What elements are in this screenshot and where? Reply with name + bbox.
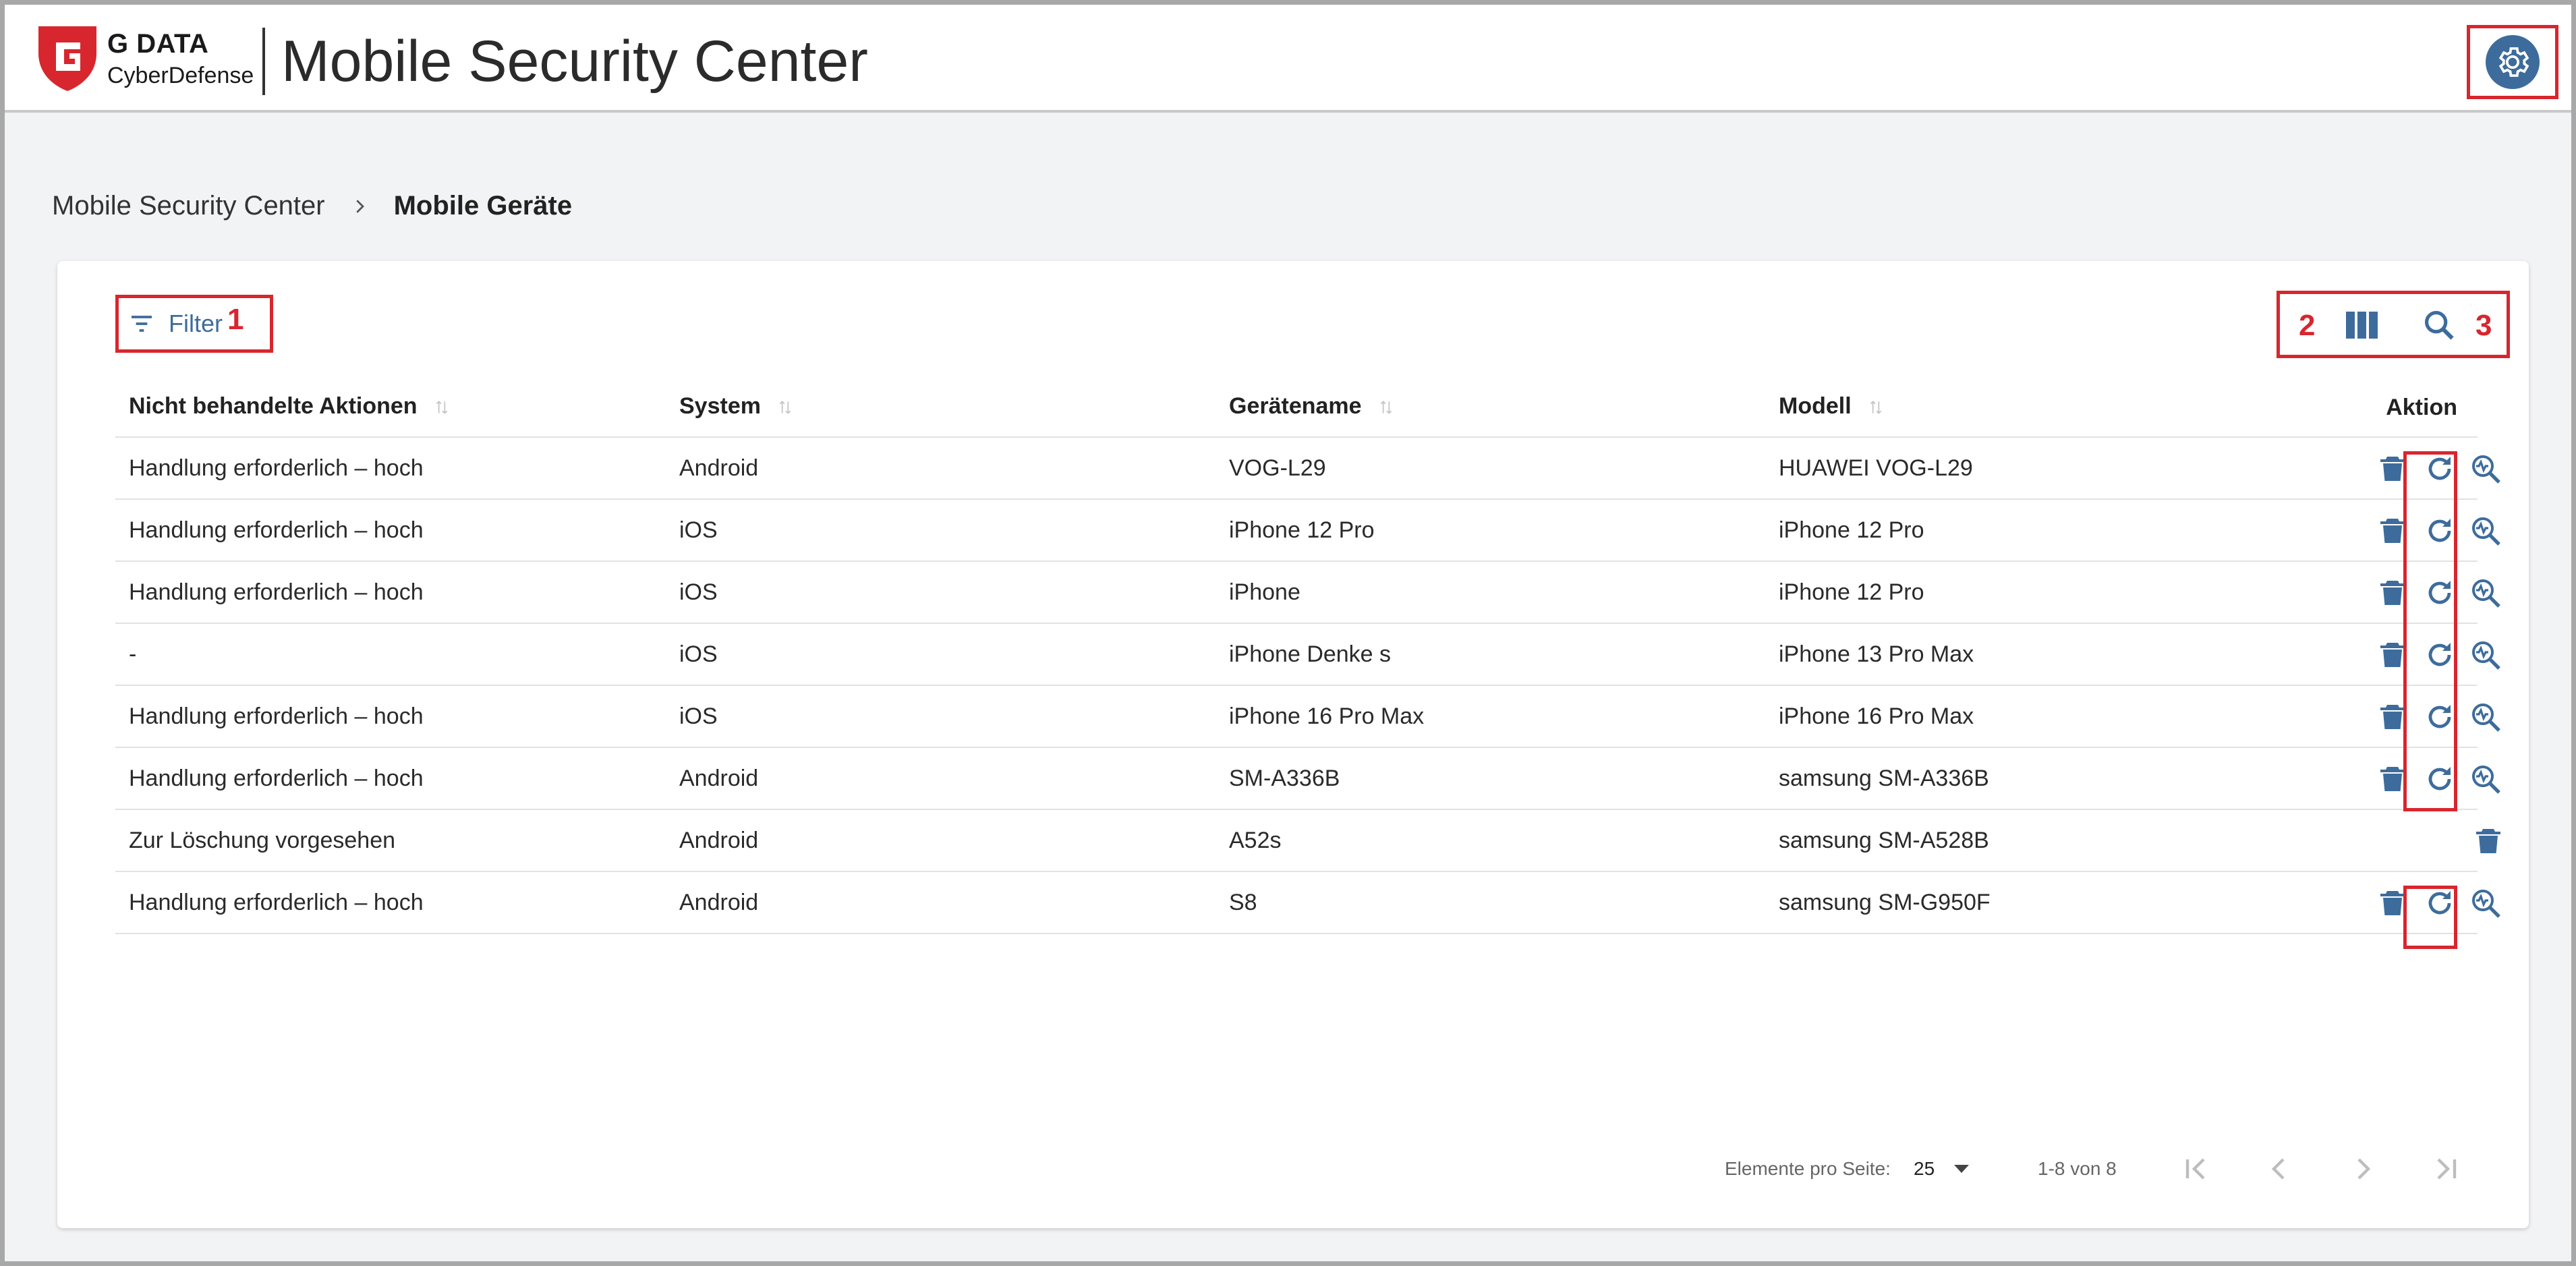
cell-system: Android <box>679 827 759 853</box>
table-tools: 2 3 <box>2277 291 2510 358</box>
cell-open-actions: Handlung erforderlich – hoch <box>129 703 424 729</box>
cell-open-actions: Handlung erforderlich – hoch <box>129 579 424 605</box>
pagination: Elemente pro Seite: 25 1-8 von 8 <box>57 1142 2529 1196</box>
cell-model: samsung SM-G950F <box>1779 889 1991 915</box>
cell-model: iPhone 12 Pro <box>1779 579 1924 605</box>
breadcrumb-home-link[interactable]: Mobile Security Center <box>52 191 325 221</box>
cell-model: iPhone 16 Pro Max <box>1779 703 1974 729</box>
prev-page-icon[interactable] <box>2263 1153 2295 1185</box>
table-header: Nicht behandelte Aktionen System Geräten… <box>115 376 2478 438</box>
first-page-icon[interactable] <box>2179 1153 2212 1185</box>
search-icon[interactable] <box>2422 308 2457 343</box>
filter-button[interactable]: Filter <box>115 295 273 353</box>
cell-open-actions: - <box>129 641 137 667</box>
marker-2: 2 <box>2299 309 2316 342</box>
cell-device-name: iPhone 16 Pro Max <box>1229 703 1425 729</box>
sort-icon <box>436 400 448 414</box>
cell-system: iOS <box>679 517 718 543</box>
scan-icon[interactable] <box>2469 887 2502 919</box>
cell-device-name: S8 <box>1229 889 1257 915</box>
col-header-device-name[interactable]: Gerätename <box>1215 393 1765 420</box>
gdata-shield-logo <box>38 26 96 91</box>
cell-actions <box>2237 810 2500 871</box>
header-divider <box>262 28 265 95</box>
cell-system: iOS <box>679 579 718 605</box>
col-header-actions[interactable]: Nicht behandelte Aktionen <box>115 393 666 420</box>
cell-device-name: VOG-L29 <box>1229 455 1326 481</box>
items-per-page-label: Elemente pro Seite: <box>1725 1158 1891 1179</box>
columns-icon[interactable] <box>2346 310 2378 340</box>
app-title: Mobile Security Center <box>281 29 868 94</box>
last-page-icon[interactable] <box>2430 1153 2463 1185</box>
cell-open-actions: Handlung erforderlich – hoch <box>129 765 424 791</box>
brand-subtitle: CyberDefense <box>107 63 254 88</box>
table-row[interactable]: Handlung erforderlich – hoch Android SM-A3… <box>115 748 2500 810</box>
app-window: G DATA CyberDefense Mobile Security Cent… <box>5 5 2571 1261</box>
table-row[interactable]: Handlung erforderlich – hoch Android S8 sam… <box>115 872 2500 934</box>
breadcrumb-current: Mobile Geräte <box>393 191 573 221</box>
cell-system: iOS <box>679 641 718 667</box>
cell-system: Android <box>679 889 759 915</box>
cell-model: HUAWEI VOG-L29 <box>1779 455 1973 481</box>
next-page-icon[interactable] <box>2347 1153 2379 1185</box>
marker-3: 3 <box>2475 309 2492 342</box>
scan-highlight <box>2403 451 2457 811</box>
table-row[interactable]: Zur Löschung vorgesehen Android A52s samsun… <box>115 810 2500 872</box>
devices-card: Filter 1 2 3 Nicht behandelte Aktionen S… <box>57 261 2529 1228</box>
app-header: G DATA CyberDefense Mobile Security Cent… <box>5 5 2571 113</box>
scan-icon[interactable] <box>2469 577 2502 609</box>
cell-model: iPhone 12 Pro <box>1779 517 1924 543</box>
sort-icon <box>1870 400 1882 414</box>
filter-icon <box>132 316 152 332</box>
cell-device-name: iPhone Denke s <box>1229 641 1392 667</box>
table-row[interactable]: Handlung erforderlich – hoch iOS iPhone 12… <box>115 500 2500 562</box>
cell-device-name: iPhone 12 Pro <box>1229 517 1375 543</box>
sort-icon <box>1380 400 1392 414</box>
cell-model: samsung SM-A528B <box>1779 827 1989 853</box>
table-row[interactable]: - iOS iPhone Denke s iPhone 13 Pro Max <box>115 624 2500 686</box>
table-body: Handlung erforderlich – hoch Android VOG-L… <box>115 438 2500 934</box>
chevron-right-icon <box>355 199 364 213</box>
settings-button[interactable] <box>2467 25 2558 99</box>
scan-icon[interactable] <box>2469 763 2502 795</box>
col-header-model[interactable]: Modell <box>1765 393 2237 420</box>
cell-system: Android <box>679 455 759 481</box>
table-row[interactable]: Handlung erforderlich – hoch iOS iPhone 16… <box>115 686 2500 748</box>
cell-open-actions: Handlung erforderlich – hoch <box>129 517 424 543</box>
items-per-page-select[interactable]: 25 <box>1914 1158 1935 1180</box>
gear-icon <box>2486 35 2540 89</box>
cell-model: iPhone 13 Pro Max <box>1779 641 1974 667</box>
trash-icon[interactable] <box>2472 825 2505 857</box>
cell-device-name: A52s <box>1229 827 1282 853</box>
scan-icon[interactable] <box>2469 515 2502 547</box>
caret-down-icon[interactable] <box>1953 1163 1970 1174</box>
cell-device-name: iPhone <box>1229 579 1300 605</box>
marker-1: 1 <box>227 303 244 336</box>
col-header-system[interactable]: System <box>666 393 1215 420</box>
table-row[interactable]: Handlung erforderlich – hoch Android VOG-L… <box>115 438 2500 500</box>
cell-open-actions: Zur Löschung vorgesehen <box>129 827 396 853</box>
scan-icon[interactable] <box>2469 453 2502 485</box>
page-range: 1-8 von 8 <box>2038 1158 2117 1179</box>
cell-open-actions: Handlung erforderlich – hoch <box>129 889 424 915</box>
breadcrumb: Mobile Security Center Mobile Geräte <box>52 191 572 221</box>
scan-icon[interactable] <box>2469 701 2502 733</box>
cell-system: Android <box>679 765 759 791</box>
cell-open-actions: Handlung erforderlich – hoch <box>129 455 424 481</box>
scan-highlight <box>2403 886 2457 949</box>
devices-table: Nicht behandelte Aktionen System Geräten… <box>115 376 2500 934</box>
scan-icon[interactable] <box>2469 639 2502 671</box>
brand-name: G DATA <box>107 29 209 59</box>
sort-icon <box>780 400 791 414</box>
cell-model: samsung SM-A336B <box>1779 765 1989 791</box>
filter-label: Filter <box>169 310 223 337</box>
cell-device-name: SM-A336B <box>1229 765 1340 791</box>
cell-system: iOS <box>679 703 718 729</box>
table-row[interactable]: Handlung erforderlich – hoch iOS iPhone iPh… <box>115 562 2500 624</box>
col-header-action: Aktion <box>2386 395 2457 420</box>
